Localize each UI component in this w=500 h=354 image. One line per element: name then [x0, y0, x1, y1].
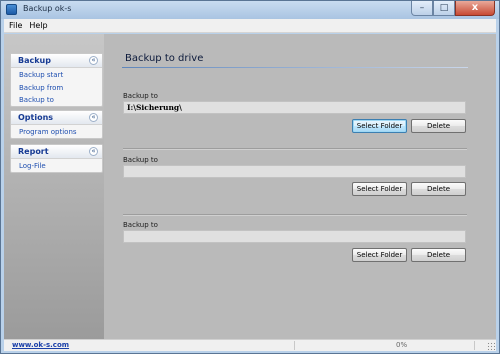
progress-percent: 0% [396, 341, 408, 349]
status-divider [294, 341, 295, 350]
client-area: Backup « Backup start Backup from Backup… [4, 34, 496, 339]
app-window: Backup ok-s – □ x File Help Backup « Bac… [0, 0, 500, 354]
backup-to-label-2: Backup to [123, 156, 158, 164]
backup-path-field-3[interactable] [123, 230, 466, 243]
sidebar-item-backup-from[interactable]: Backup from [19, 82, 102, 95]
select-folder-button-3[interactable]: Select Folder [352, 248, 407, 262]
group-separator [123, 214, 467, 215]
panel-backup: Backup « Backup start Backup from Backup… [10, 53, 103, 107]
collapse-chevron-icon[interactable]: « [89, 113, 98, 122]
sidebar-item-log-file[interactable]: Log-File [19, 160, 102, 173]
panel-backup-header[interactable]: Backup « [11, 54, 102, 68]
delete-button-2[interactable]: Delete [411, 182, 466, 196]
menu-bar: File Help [4, 19, 496, 33]
backup-app-icon [6, 4, 17, 15]
menu-file[interactable]: File [9, 21, 22, 30]
window-title: Backup ok-s [23, 4, 72, 13]
page-title: Backup to drive [125, 53, 204, 64]
group-separator [123, 148, 467, 149]
panel-options: Options « Program options [10, 110, 103, 139]
title-bar[interactable]: Backup ok-s – □ x [1, 1, 499, 19]
close-button[interactable]: x [455, 1, 495, 16]
website-link[interactable]: www.ok-s.com [12, 341, 69, 349]
sidebar-item-backup-start[interactable]: Backup start [19, 69, 102, 82]
status-bar: www.ok-s.com 0% [4, 339, 496, 351]
panel-report-title: Report [18, 147, 49, 156]
sidebar-item-backup-to[interactable]: Backup to [19, 94, 102, 107]
maximize-button[interactable]: □ [433, 1, 455, 16]
menu-help[interactable]: Help [29, 21, 47, 30]
delete-button-1[interactable]: Delete [411, 119, 466, 133]
panel-report: Report « Log-File [10, 144, 103, 173]
select-folder-button-2[interactable]: Select Folder [352, 182, 407, 196]
delete-button-3[interactable]: Delete [411, 248, 466, 262]
backup-to-label-3: Backup to [123, 221, 158, 229]
collapse-chevron-icon[interactable]: « [89, 56, 98, 65]
window-controls: – □ x [411, 1, 495, 17]
panel-options-title: Options [18, 113, 54, 122]
backup-path-field-2[interactable] [123, 165, 466, 178]
select-folder-button-1[interactable]: Select Folder [352, 119, 407, 133]
backup-to-label-1: Backup to [123, 92, 158, 100]
title-divider [122, 67, 468, 68]
resize-grip-icon[interactable] [487, 342, 495, 350]
panel-report-header[interactable]: Report « [11, 145, 102, 159]
sidebar: Backup « Backup start Backup from Backup… [4, 34, 104, 339]
collapse-chevron-icon[interactable]: « [89, 147, 98, 156]
backup-path-field-1[interactable]: I:\Sicherung\ [123, 101, 466, 114]
sidebar-item-program-options[interactable]: Program options [19, 126, 102, 139]
panel-options-header[interactable]: Options « [11, 111, 102, 125]
panel-backup-title: Backup [18, 56, 51, 65]
minimize-button[interactable]: – [411, 1, 433, 16]
status-divider [474, 341, 475, 350]
main-panel: Backup to drive Backup to I:\Sicherung\ … [104, 34, 496, 339]
